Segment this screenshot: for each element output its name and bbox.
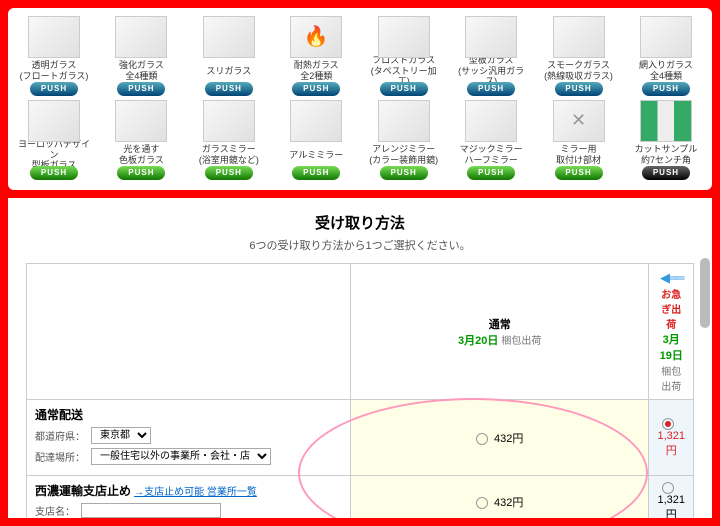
push-button[interactable]: PUSH xyxy=(292,82,340,96)
push-button[interactable]: PUSH xyxy=(380,166,428,180)
push-button[interactable]: PUSH xyxy=(642,166,690,180)
product-cell[interactable]: スモークガラス(熱線吸収ガラス)PUSH xyxy=(541,16,617,96)
product-cell[interactable]: ガラスミラー(浴室用鏡など)PUSH xyxy=(191,100,267,180)
normal-delivery-price-express[interactable]: 1,321円 xyxy=(649,400,694,476)
delivery-panel: 受け取り方法 6つの受け取り方法から1つご選択ください。 通常 3月20日 梱包… xyxy=(8,198,712,518)
push-button[interactable]: PUSH xyxy=(205,82,253,96)
push-button[interactable]: PUSH xyxy=(117,166,165,180)
product-thumb xyxy=(465,100,517,142)
normal-delivery-price-normal[interactable]: 432円 xyxy=(350,400,649,476)
push-button[interactable]: PUSH xyxy=(30,82,78,96)
product-label: スモークガラス(熱線吸収ガラス) xyxy=(541,60,617,82)
product-cell[interactable]: 網入りガラス全4種類PUSH xyxy=(628,16,704,96)
product-cell[interactable]: ヨーロッパデザイン型板ガラスPUSH xyxy=(16,100,92,180)
product-cell[interactable]: 光を通す色板ガラスPUSH xyxy=(103,100,179,180)
product-label: フロストガラス(タペストリー加工) xyxy=(366,60,442,82)
push-button[interactable]: PUSH xyxy=(555,82,603,96)
product-label: 型板ガラス(サッシ汎用ガラス) xyxy=(453,60,529,82)
push-button[interactable]: PUSH xyxy=(467,82,515,96)
product-thumb xyxy=(115,16,167,58)
product-thumb xyxy=(553,16,605,58)
section-subtitle: 6つの受け取り方法から1つご選択ください。 xyxy=(26,237,694,253)
branch-input[interactable] xyxy=(81,503,221,518)
product-cell[interactable]: ミラー用取付け部材PUSH xyxy=(541,100,617,180)
product-cell[interactable]: 強化ガラス全4種類PUSH xyxy=(103,16,179,96)
push-button[interactable]: PUSH xyxy=(292,166,340,180)
product-thumb xyxy=(28,16,80,58)
product-cell[interactable]: 透明ガラス(フロートガラス)PUSH xyxy=(16,16,92,96)
product-label: 耐熱ガラス全2種類 xyxy=(278,60,354,82)
product-label: 強化ガラス全4種類 xyxy=(103,60,179,82)
product-grid: 透明ガラス(フロートガラス)PUSH強化ガラス全4種類PUSHスリガラスPUSH… xyxy=(8,8,712,190)
product-label: 透明ガラス(フロートガラス) xyxy=(16,60,92,82)
push-button[interactable]: PUSH xyxy=(30,166,78,180)
product-label: アレンジミラー(カラー装飾用鏡) xyxy=(366,144,442,166)
product-cell[interactable]: スリガラスPUSH xyxy=(191,16,267,96)
product-label: アルミミラー xyxy=(278,144,354,166)
product-label: 光を通す色板ガラス xyxy=(103,144,179,166)
seino-price-express[interactable]: 1,321円 xyxy=(649,476,694,519)
product-label: スリガラス xyxy=(191,60,267,82)
product-label: マジックミラーハーフミラー xyxy=(453,144,529,166)
delivery-table: 通常 3月20日 梱包出荷 ◀══お急ぎ出荷 3月19日 梱包出荷 通常配送 都… xyxy=(26,263,694,518)
product-cell[interactable]: アレンジミラー(カラー装飾用鏡)PUSH xyxy=(366,100,442,180)
arrow-icon: ◀══ xyxy=(660,270,682,285)
product-thumb xyxy=(115,100,167,142)
product-cell[interactable]: アルミミラーPUSH xyxy=(278,100,354,180)
product-thumb xyxy=(553,100,605,142)
push-button[interactable]: PUSH xyxy=(467,166,515,180)
product-label: ヨーロッパデザイン型板ガラス xyxy=(16,144,92,166)
col-express-header: ◀══お急ぎ出荷 3月19日 梱包出荷 xyxy=(649,264,694,400)
product-cell[interactable]: フロストガラス(タペストリー加工)PUSH xyxy=(366,16,442,96)
push-button[interactable]: PUSH xyxy=(117,82,165,96)
product-thumb xyxy=(203,16,255,58)
product-cell[interactable]: カットサンプル約7センチ角PUSH xyxy=(628,100,704,180)
product-thumb xyxy=(28,100,80,142)
pref-select[interactable]: 東京都 xyxy=(91,427,151,444)
product-thumb xyxy=(290,100,342,142)
product-thumb xyxy=(640,100,692,142)
section-title: 受け取り方法 xyxy=(26,212,694,233)
place-select[interactable]: 一般住宅以外の事業所・会社・店舗など xyxy=(91,448,271,465)
product-label: ミラー用取付け部材 xyxy=(541,144,617,166)
col-normal-header: 通常 3月20日 梱包出荷 xyxy=(350,264,649,400)
push-button[interactable]: PUSH xyxy=(642,82,690,96)
branch-list-link[interactable]: →支店止め可能 営業所一覧 xyxy=(134,487,257,498)
push-button[interactable]: PUSH xyxy=(205,166,253,180)
seino-price-normal[interactable]: 432円 xyxy=(350,476,649,519)
product-label: 網入りガラス全4種類 xyxy=(628,60,704,82)
product-thumb xyxy=(290,16,342,58)
product-thumb xyxy=(203,100,255,142)
product-thumb xyxy=(378,16,430,58)
product-cell[interactable]: 型板ガラス(サッシ汎用ガラス)PUSH xyxy=(453,16,529,96)
product-thumb xyxy=(378,100,430,142)
row-seino: 西濃運輸支店止め →支店止め可能 営業所一覧 支店名： 432円 1,321円 xyxy=(27,476,694,519)
product-cell[interactable]: マジックミラーハーフミラーPUSH xyxy=(453,100,529,180)
product-label: カットサンプル約7センチ角 xyxy=(628,144,704,166)
product-thumb xyxy=(465,16,517,58)
push-button[interactable]: PUSH xyxy=(555,166,603,180)
scrollbar[interactable] xyxy=(700,258,710,328)
product-thumb xyxy=(640,16,692,58)
row-normal-delivery: 通常配送 都道府県： 東京都 配達場所： 一般住宅以外の事業所・会社・店舗など … xyxy=(27,400,694,476)
product-label: ガラスミラー(浴室用鏡など) xyxy=(191,144,267,166)
push-button[interactable]: PUSH xyxy=(380,82,428,96)
product-cell[interactable]: 耐熱ガラス全2種類PUSH xyxy=(278,16,354,96)
